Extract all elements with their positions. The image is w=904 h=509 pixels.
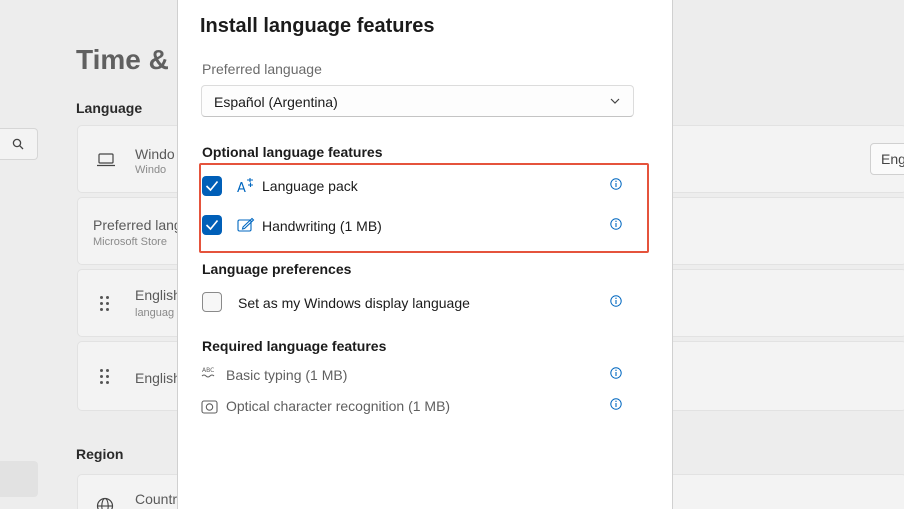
drag-handle-icon[interactable] xyxy=(100,296,112,314)
info-icon[interactable] xyxy=(610,178,622,190)
checkmark-icon xyxy=(205,180,219,192)
display-language-dropdown[interactable]: Eng xyxy=(870,143,904,175)
section-region: Region xyxy=(76,446,124,462)
language-pack-label: Language pack xyxy=(262,178,358,194)
preferred-language-dropdown[interactable]: Español (Argentina) xyxy=(201,85,634,117)
required-features-header: Required language features xyxy=(202,338,387,354)
drag-handle-icon[interactable] xyxy=(100,369,112,387)
svg-text:A: A xyxy=(237,181,246,195)
optional-features-header: Optional language features xyxy=(202,144,383,160)
info-icon[interactable] xyxy=(610,295,622,307)
nav-item-placeholder[interactable] xyxy=(0,461,38,497)
ocr-label: Optical character recognition (1 MB) xyxy=(226,398,451,414)
preferred-language-value: Español (Argentina) xyxy=(214,94,338,110)
card-title: Preferred lang xyxy=(93,217,182,233)
language-preferences-header: Language preferences xyxy=(202,261,352,277)
card-title: English xyxy=(135,287,181,303)
ocr-icon xyxy=(201,400,218,414)
basic-typing-icon: ABC xyxy=(201,367,215,378)
handwriting-icon xyxy=(237,217,255,232)
display-language-checkbox[interactable] xyxy=(202,292,222,312)
search-button[interactable] xyxy=(0,128,38,160)
display-language-label: Set as my Windows display language xyxy=(238,295,470,311)
preferred-language-label: Preferred language xyxy=(202,61,322,77)
card-title: English xyxy=(135,370,181,386)
install-language-features-dialog: Install language features Preferred lang… xyxy=(177,0,673,509)
laptop-icon xyxy=(97,153,115,167)
page-title: Time & l xyxy=(76,44,185,75)
card-subtitle: Windo xyxy=(135,164,167,176)
checkmark-icon xyxy=(205,219,219,231)
card-title: Windo xyxy=(135,146,175,162)
info-icon[interactable] xyxy=(610,398,622,410)
highlight-box xyxy=(199,163,649,253)
card-subtitle: Microsoft Store xyxy=(93,236,167,248)
card-subtitle: languag xyxy=(135,307,175,319)
svg-text:ABC: ABC xyxy=(202,367,214,374)
globe-icon xyxy=(96,497,114,509)
language-pack-checkbox[interactable] xyxy=(202,176,222,196)
handwriting-label: Handwriting (1 MB) xyxy=(262,218,382,234)
info-icon[interactable] xyxy=(610,218,622,230)
card-title: Countr xyxy=(135,491,178,507)
info-icon[interactable] xyxy=(610,367,622,379)
language-pack-icon: A xyxy=(237,178,253,195)
basic-typing-label: Basic typing (1 MB) xyxy=(226,367,348,383)
dialog-title: Install language features xyxy=(200,15,435,37)
handwriting-checkbox[interactable] xyxy=(202,215,222,235)
chevron-down-icon xyxy=(610,98,620,104)
search-icon xyxy=(12,138,24,150)
section-language: Language xyxy=(76,100,143,116)
